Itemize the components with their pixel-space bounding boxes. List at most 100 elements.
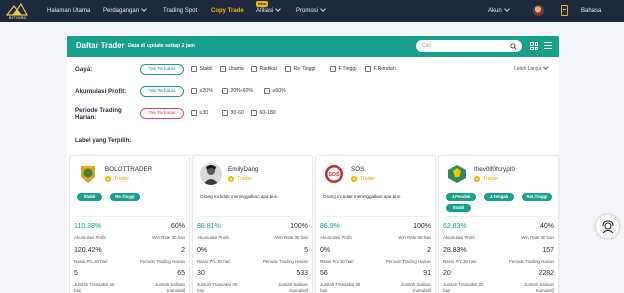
trader-card[interactable]: BOLOTTRADER Trader Stabil Re.Tinggi 110.… <box>69 155 190 293</box>
style-option[interactable]: Stabil <box>191 65 212 73</box>
grid-view-icon[interactable] <box>530 42 538 50</box>
profit-filter-label: Akumulasi Profit: <box>75 88 127 95</box>
style-option[interactable]: F.Tinggi <box>330 65 356 73</box>
winrate-value: 100% <box>290 223 308 230</box>
language-selector[interactable]: Bahasa <box>581 0 601 22</box>
style-option[interactable]: Re.Tinggi <box>285 65 316 73</box>
transactions-value: 30 <box>197 270 205 277</box>
trader-badge: Trader <box>351 176 375 182</box>
profit-option[interactable]: ≤20% <box>191 87 213 95</box>
style-option[interactable]: Radikal <box>251 65 277 73</box>
trading-period-value: 5 <box>304 247 308 254</box>
trader-avatar <box>77 163 99 185</box>
trader-card[interactable]: thev0lf0fcrypt0 Trader J.Pendek J.Tengah… <box>438 155 559 293</box>
mountain-logo-icon <box>6 2 28 16</box>
pl-ratio-label: Rasio P/L 30 hari <box>74 259 108 264</box>
nav-trading-spot[interactable]: Trading Spot <box>163 0 197 22</box>
trading-period-label: Periode Trading Harian <box>385 259 431 264</box>
style-filter-label: Gaya: <box>75 66 93 73</box>
style-option[interactable]: F.Rendah <box>365 65 396 73</box>
period-option[interactable]: ≤30 <box>191 109 208 117</box>
search-placeholder: Cari <box>422 43 432 49</box>
profit-label: Akumulasi Profit <box>197 235 229 240</box>
pl-ratio-value: 0% <box>320 247 331 254</box>
trader-badge: Trader <box>105 176 129 182</box>
period-option[interactable]: 60-180 <box>251 109 276 117</box>
trader-badge-label: Trader <box>360 176 376 182</box>
star-icon <box>351 176 357 182</box>
trader-badge: Trader <box>474 176 498 182</box>
pl-ratio-label: Rasio P/L 30 hari <box>320 259 354 264</box>
search-input[interactable]: Cari <box>416 40 522 52</box>
support-agent-icon <box>602 220 614 234</box>
style-option-label: F.Rendah <box>373 66 396 72</box>
checkbox[interactable] <box>264 88 270 94</box>
trader-name[interactable]: BOLOTTRADER <box>105 166 152 173</box>
customer-support-button[interactable] <box>595 214 620 239</box>
checkbox[interactable] <box>285 66 291 72</box>
checkbox[interactable] <box>222 110 228 116</box>
checkbox[interactable] <box>251 66 257 72</box>
period-unlimited-pill[interactable]: Tak Terbatas <box>140 108 184 119</box>
profit-option[interactable]: 20%-60% <box>222 87 253 95</box>
profit-option[interactable]: ≥60% <box>264 87 286 95</box>
trader-name[interactable]: thev0lf0fcrypt0 <box>474 166 515 173</box>
top-navbar: BITYARD Halaman Utama Perdagangan Tradin… <box>0 0 624 22</box>
nav-halaman-utama[interactable]: Halaman Utama <box>47 0 90 22</box>
trader-badge-label: Trader <box>114 176 130 182</box>
style-unlimited-pill[interactable]: Tak Terbatas <box>140 64 184 75</box>
divider <box>322 216 429 217</box>
checkbox[interactable] <box>330 66 336 72</box>
user-avatar[interactable] <box>533 5 544 16</box>
style-option[interactable]: Utama <box>220 65 244 73</box>
checkbox[interactable] <box>222 88 228 94</box>
trader-card[interactable]: EmilyDang Trader Orang ini tidak meningg… <box>192 155 313 293</box>
checkbox[interactable] <box>191 88 197 94</box>
advanced-filter-toggle[interactable]: Lebih Lanjut <box>514 64 549 72</box>
profit-unlimited-pill[interactable]: Tak Terbatas <box>140 86 184 97</box>
pl-ratio-value: 28.83% <box>443 247 467 254</box>
trader-tag: Ret.Tinggi <box>522 193 552 201</box>
account-menu[interactable]: Akun <box>488 0 510 22</box>
brand-logo[interactable]: BITYARD <box>6 2 28 20</box>
winrate-value: 100% <box>413 223 431 230</box>
nav-copy-trade[interactable]: Copy Trade <box>211 0 244 22</box>
trading-period-value: 157 <box>542 247 554 254</box>
list-view-icon[interactable] <box>544 42 552 50</box>
notification-icon[interactable] <box>561 5 568 16</box>
copies-label: Jumlah Salinan Kumulatif <box>400 282 431 293</box>
trader-name[interactable]: SOS <box>351 166 364 173</box>
checkbox[interactable] <box>251 110 257 116</box>
checkbox[interactable] <box>220 66 226 72</box>
brand-name: BITYARD <box>9 16 27 20</box>
trader-tag: Re.Tinggi <box>110 193 140 201</box>
transactions-label: Jumlah Transaksi 30 hari <box>197 282 238 293</box>
trader-name[interactable]: EmilyDang <box>228 166 258 173</box>
nav-afiliasi[interactable]: Afiliasi <box>256 0 282 22</box>
period-filter-label: Periode Trading Harian: <box>75 107 122 121</box>
page-title: Daftar Trader <box>76 41 125 50</box>
search-icon[interactable] <box>510 42 517 50</box>
period-option[interactable]: 30-60 <box>222 109 244 117</box>
nav-promosi[interactable]: Promosi <box>296 0 326 22</box>
chevron-down-icon <box>141 5 147 12</box>
chevron-down-icon <box>543 64 549 70</box>
checkbox[interactable] <box>365 66 371 72</box>
period-option-label: 60-180 <box>259 110 276 116</box>
profit-label: Akumulasi Profit <box>74 235 106 240</box>
trader-list-header: Daftar Trader Data di update setiap 2 ja… <box>67 36 559 57</box>
transactions-value: 5 <box>74 270 78 277</box>
period-option-label: 30-60 <box>230 110 244 116</box>
checkbox[interactable] <box>191 66 197 72</box>
style-option-label: F.Tinggi <box>338 66 357 72</box>
trader-tag: J.Pendek <box>446 193 476 201</box>
trader-card[interactable]: SOS SOS Trader Orang ini tidak meninggal… <box>315 155 436 293</box>
profit-label: Akumulasi Profit <box>443 235 475 240</box>
star-icon <box>228 176 234 182</box>
update-note: Data di update setiap 2 jam <box>128 43 195 49</box>
sos-logo-icon: SOS <box>323 163 345 185</box>
copies-value: 2282 <box>538 270 554 277</box>
nav-perdagangan[interactable]: Perdagangan <box>103 0 147 22</box>
style-option-label: Re.Tinggi <box>293 66 316 72</box>
checkbox[interactable] <box>191 110 197 116</box>
